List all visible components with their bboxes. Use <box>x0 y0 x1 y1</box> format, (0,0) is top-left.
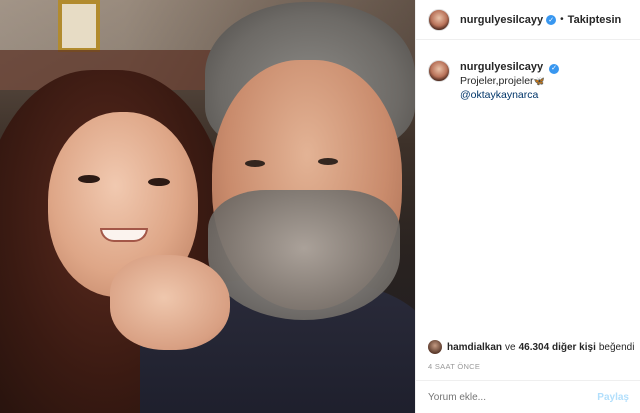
man-left-eye <box>245 160 265 167</box>
caption-body: Projeler,projeler <box>460 75 534 87</box>
caption-mention-link[interactable]: @oktaykaynarca <box>460 88 633 102</box>
comment-form: Paylaş <box>416 380 640 413</box>
caption-text-block: nurgulyesilcayy ✓ Projeler,projeler🦋 @ok… <box>460 60 633 102</box>
post-timestamp[interactable]: 4 SAAT ÖNCE <box>428 362 480 371</box>
author-avatar[interactable] <box>428 8 450 31</box>
post-header: nurgulyesilcayy ✓ • Takiptesin <box>416 0 640 40</box>
likes-summary: hamdialkan ve 46.304 diğer kişi beğendi <box>428 340 637 354</box>
man-beard <box>208 190 400 320</box>
caption-avatar[interactable] <box>428 60 450 82</box>
post-caption: nurgulyesilcayy ✓ Projeler,projeler🦋 @ok… <box>428 60 633 102</box>
likes-count-link[interactable]: 46.304 diğer kişi <box>519 342 596 353</box>
woman-smile <box>100 228 148 242</box>
likes-connector: ve <box>505 341 516 353</box>
post-photo[interactable] <box>0 0 415 413</box>
verified-badge-icon: ✓ <box>546 14 557 25</box>
likes-suffix: beğendi <box>598 341 635 353</box>
man-right-eye <box>318 158 338 165</box>
following-button[interactable]: Takiptesin <box>568 14 622 26</box>
post-comment-button[interactable]: Paylaş <box>597 392 629 403</box>
woman-left-eye <box>78 175 100 183</box>
comment-input[interactable] <box>428 391 598 403</box>
woman-hand <box>110 255 230 350</box>
header-separator: • <box>560 14 564 25</box>
liker-username[interactable]: hamdialkan <box>447 342 502 353</box>
author-username[interactable]: nurgulyesilcayy <box>460 14 543 26</box>
verified-badge-icon: ✓ <box>549 64 560 74</box>
caption-username[interactable]: nurgulyesilcayy <box>460 61 543 73</box>
woman-right-eye <box>148 178 170 186</box>
butterfly-emoji-icon: 🦋 <box>533 76 545 86</box>
picture-frame <box>58 0 100 52</box>
liker-avatar[interactable] <box>428 340 442 354</box>
post-sidebar: nurgulyesilcayy ✓ • Takiptesin nurgulyes… <box>415 0 640 413</box>
instagram-post: nurgulyesilcayy ✓ • Takiptesin nurgulyes… <box>0 0 640 413</box>
